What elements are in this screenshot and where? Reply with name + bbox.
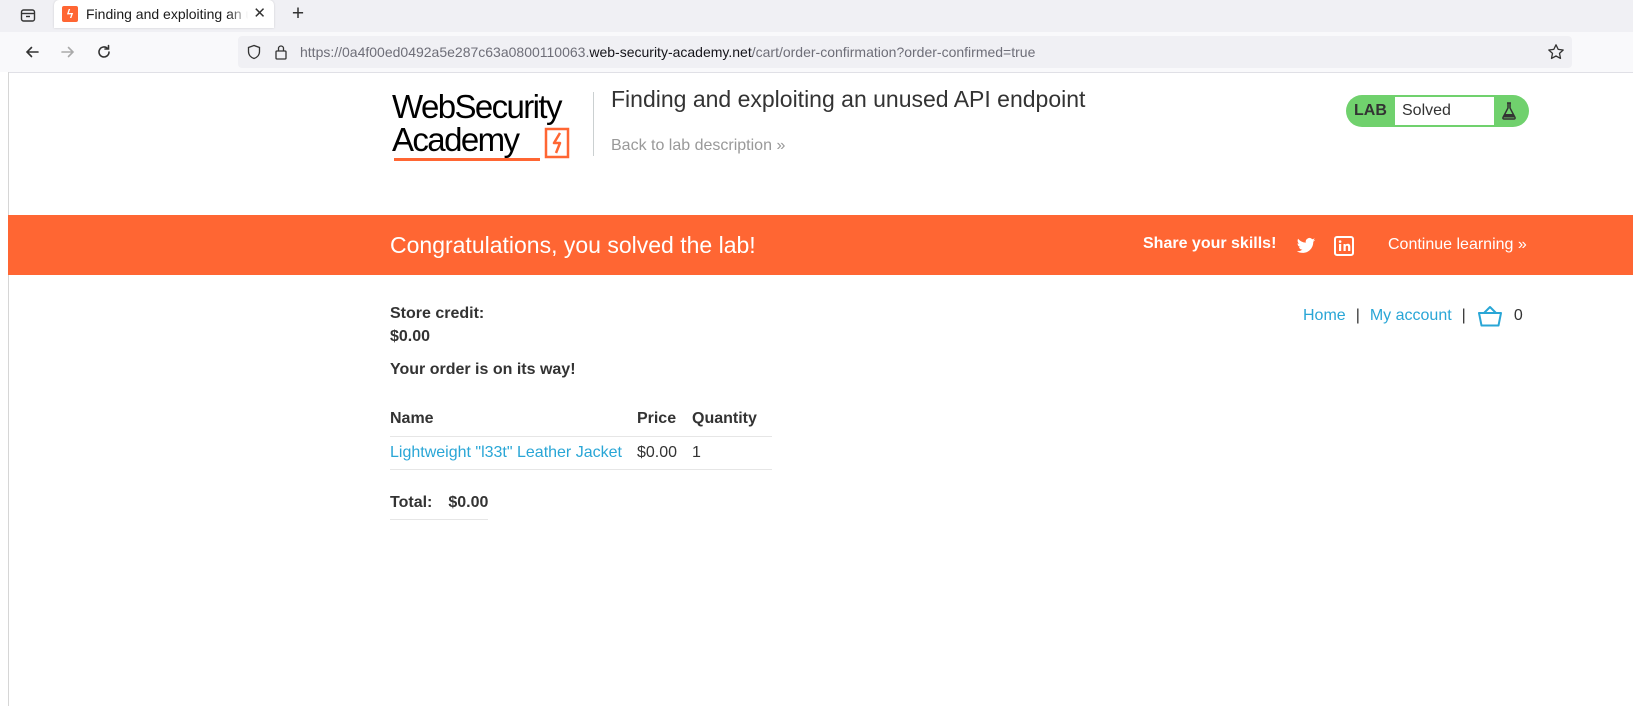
- forward-arrow-icon[interactable]: [56, 40, 80, 64]
- total-label: Total:: [390, 492, 449, 520]
- back-to-lab-description-link[interactable]: Back to lab description »: [611, 137, 785, 155]
- double-chevron-right-icon: »: [1517, 236, 1527, 253]
- product-name-cell: Lightweight "l33t" Leather Jacket: [390, 436, 637, 470]
- nav-separator: |: [1461, 307, 1466, 324]
- url-path: /cart/order-confirmation?order-confirmed…: [751, 44, 1036, 60]
- continue-learning-link[interactable]: Continue learning »: [1388, 236, 1527, 254]
- back-link-label: Back to lab description: [611, 137, 772, 154]
- total-table: Total: $0.00: [390, 492, 489, 520]
- reload-icon[interactable]: [92, 40, 116, 64]
- nav-separator: |: [1355, 307, 1360, 324]
- shield-icon[interactable]: [246, 44, 262, 65]
- table-row: Lightweight "l33t" Leather Jacket $0.00 …: [390, 436, 772, 470]
- logo-bolt-icon: [543, 126, 573, 160]
- url-prefix: https://0a4f00ed0492a5e287c63a0800110063…: [300, 44, 590, 60]
- favicon-icon: ϟ: [62, 6, 78, 22]
- tab-close-icon[interactable]: ✕: [253, 4, 266, 22]
- product-quantity-cell: 1: [692, 436, 772, 470]
- total-value: $0.00: [448, 492, 489, 520]
- continue-learning-label: Continue learning: [1388, 236, 1514, 253]
- cart-count: 0: [1513, 307, 1523, 324]
- tab-list-icon[interactable]: [8, 2, 48, 28]
- order-table: Name Price Quantity Lightweight "l33t" L…: [390, 406, 772, 470]
- total-row: Total: $0.00: [390, 492, 489, 520]
- new-tab-icon[interactable]: +: [286, 2, 310, 26]
- table-header-row: Name Price Quantity: [390, 406, 772, 437]
- order-status-message: Your order is on its way!: [390, 361, 576, 378]
- url-domain: web-security-academy.net: [589, 44, 752, 60]
- browser-tab[interactable]: ϟ Finding and exploiting an unused API e…: [54, 0, 274, 28]
- column-header-name: Name: [390, 406, 637, 437]
- account-nav: Home | My account | 0: [1303, 305, 1523, 327]
- congratulations-message: Congratulations, you solved the lab!: [390, 232, 756, 258]
- header-divider: [593, 92, 594, 156]
- logo-text-academy[interactable]: Academy: [392, 121, 520, 159]
- my-account-link[interactable]: My account: [1370, 307, 1452, 325]
- flask-icon: [1496, 98, 1522, 124]
- url-text[interactable]: https://0a4f00ed0492a5e287c63a0800110063…: [300, 44, 1035, 60]
- product-price-cell: $0.00: [636, 436, 692, 470]
- lab-title: Finding and exploiting an unused API end…: [611, 86, 1086, 112]
- lock-icon[interactable]: [274, 44, 288, 65]
- tab-title: Finding and exploiting an unused API end…: [86, 6, 248, 22]
- cart-icon[interactable]: [1477, 305, 1502, 327]
- share-skills-label: Share your skills!: [1143, 235, 1277, 252]
- bookmark-star-icon[interactable]: [1547, 43, 1565, 66]
- logo-underline: [394, 158, 540, 161]
- store-credit-value: $0.00: [390, 328, 431, 345]
- lab-badge: LAB: [1354, 102, 1387, 119]
- twitter-icon[interactable]: [1296, 236, 1316, 256]
- back-arrow-icon[interactable]: [20, 40, 44, 64]
- lab-status-text: Solved: [1402, 102, 1451, 119]
- double-chevron-right-icon: »: [776, 137, 786, 154]
- column-header-quantity: Quantity: [692, 406, 772, 437]
- product-link[interactable]: Lightweight "l33t" Leather Jacket: [390, 444, 622, 461]
- column-header-price: Price: [636, 406, 692, 437]
- linkedin-icon[interactable]: [1334, 236, 1354, 256]
- home-link[interactable]: Home: [1303, 307, 1346, 325]
- page-edge: [0, 72, 9, 706]
- store-credit-label: Store credit:: [390, 305, 485, 322]
